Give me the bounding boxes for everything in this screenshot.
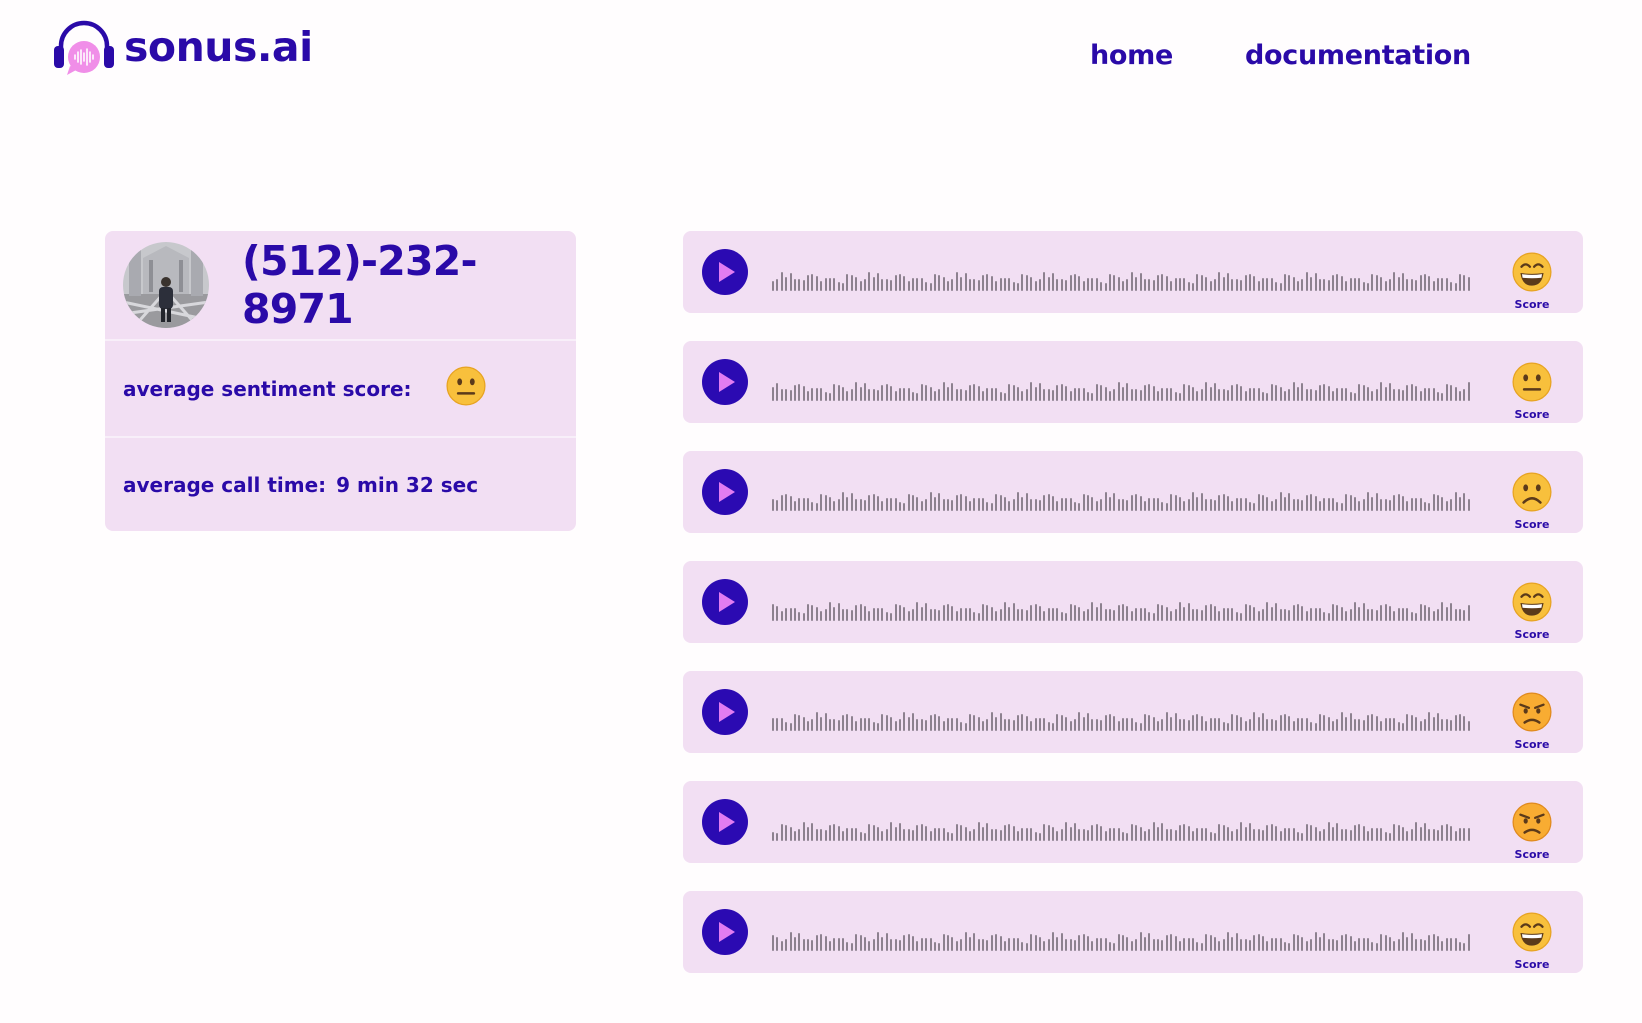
score-label: Score <box>1514 408 1550 421</box>
call-recording-row: Score <box>683 891 1583 973</box>
play-icon <box>719 372 735 392</box>
brand-logo[interactable]: sonus.ai <box>54 18 313 76</box>
audio-waveform[interactable] <box>772 929 1472 951</box>
call-recording-row: Score <box>683 341 1583 423</box>
sentiment-score: Score <box>1508 911 1556 971</box>
sentiment-score: Score <box>1508 251 1556 311</box>
play-button[interactable] <box>702 799 748 845</box>
sentiment-score: Score <box>1508 361 1556 421</box>
score-label: Score <box>1514 628 1550 641</box>
play-button[interactable] <box>702 249 748 295</box>
angry-face-icon <box>1511 692 1553 737</box>
score-label: Score <box>1514 518 1550 531</box>
audio-waveform[interactable] <box>772 819 1472 841</box>
play-button[interactable] <box>702 359 748 405</box>
neutral-face-icon <box>1511 362 1553 407</box>
audio-waveform[interactable] <box>772 709 1472 731</box>
play-button[interactable] <box>702 579 748 625</box>
nav-documentation-link[interactable]: documentation <box>1245 40 1471 71</box>
avatar <box>123 242 209 328</box>
caller-phone-number: (512)-232-8971 <box>242 237 477 333</box>
call-recording-row: Score <box>683 671 1583 753</box>
score-label: Score <box>1514 958 1550 971</box>
call-recording-row: Score <box>683 561 1583 643</box>
play-icon <box>719 702 735 722</box>
play-icon <box>719 812 735 832</box>
sentiment-score: Score <box>1508 471 1556 531</box>
score-label: Score <box>1514 738 1550 751</box>
grinning-face-icon <box>1511 912 1553 957</box>
nav-home-link[interactable]: home <box>1090 40 1173 71</box>
play-icon <box>719 922 735 942</box>
play-icon <box>719 482 735 502</box>
caller-profile-card: (512)-232-8971 average sentiment score: … <box>105 231 576 531</box>
play-icon <box>719 262 735 282</box>
sentiment-score: Score <box>1508 581 1556 641</box>
angry-face-icon <box>1511 802 1553 847</box>
frowning-face-icon <box>1511 472 1553 517</box>
call-recording-row: Score <box>683 451 1583 533</box>
average-sentiment-label: average sentiment score: <box>123 376 412 401</box>
score-label: Score <box>1514 298 1550 311</box>
play-button[interactable] <box>702 909 748 955</box>
play-button[interactable] <box>702 689 748 735</box>
sentiment-score: Score <box>1508 691 1556 751</box>
grinning-face-icon <box>1511 252 1553 297</box>
neutral-face-icon <box>445 365 487 412</box>
audio-waveform[interactable] <box>772 379 1472 401</box>
audio-waveform[interactable] <box>772 269 1472 291</box>
audio-waveform[interactable] <box>772 489 1472 511</box>
average-call-time-value: 9 min 32 sec <box>336 472 479 497</box>
score-label: Score <box>1514 848 1550 861</box>
audio-waveform[interactable] <box>772 599 1472 621</box>
call-recording-row: Score <box>683 781 1583 863</box>
call-recording-row: Score <box>683 231 1583 313</box>
brand-name: sonus.ai <box>124 23 313 71</box>
call-recordings-list: Score Score Score Score Score Score Score <box>683 231 1583 1001</box>
play-button[interactable] <box>702 469 748 515</box>
main-nav: home documentation <box>1090 40 1543 71</box>
average-call-time-label: average call time: <box>123 472 327 497</box>
headphones-icon <box>54 20 114 75</box>
average-call-time-row: average call time: 9 min 32 sec <box>105 436 576 531</box>
sentiment-score: Score <box>1508 801 1556 861</box>
profile-header: (512)-232-8971 <box>105 231 576 341</box>
average-sentiment-row: average sentiment score: <box>105 341 576 436</box>
play-icon <box>719 592 735 612</box>
grinning-face-icon <box>1511 582 1553 627</box>
